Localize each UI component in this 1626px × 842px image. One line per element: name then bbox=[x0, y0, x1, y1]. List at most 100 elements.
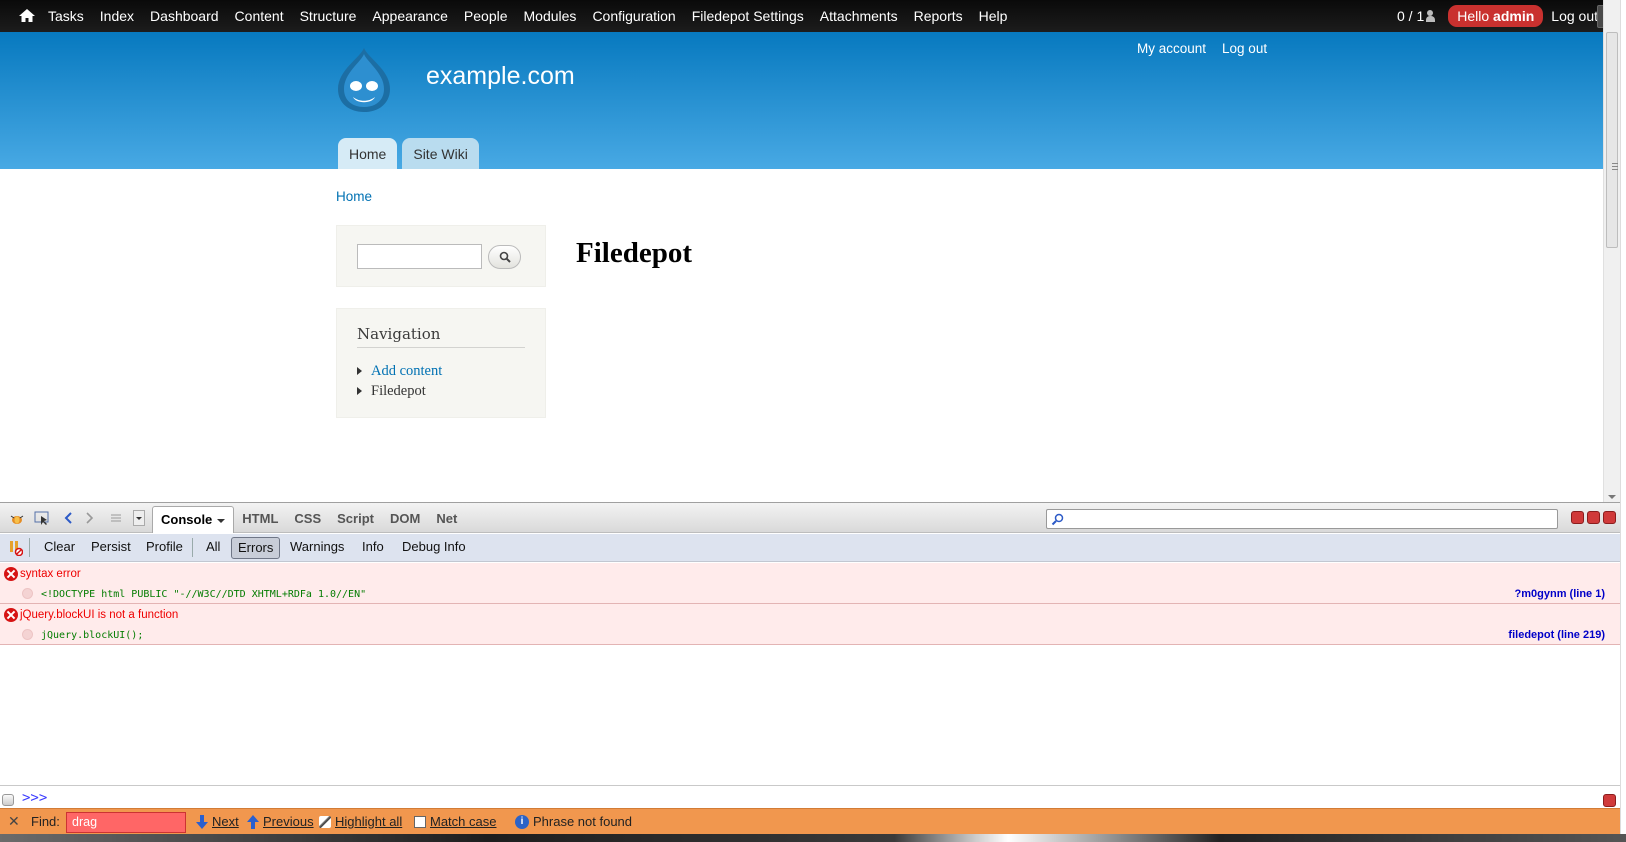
info-icon: i bbox=[515, 814, 529, 829]
profile-button[interactable]: Profile bbox=[146, 539, 183, 554]
close-icon[interactable] bbox=[1603, 794, 1616, 807]
close-find-bar-icon[interactable]: ✕ bbox=[8, 813, 20, 830]
admin-toolbar: Tasks Index Dashboard Content Structure … bbox=[0, 0, 1626, 32]
tab-css[interactable]: CSS bbox=[286, 506, 329, 531]
filter-info-button[interactable]: Info bbox=[362, 539, 384, 554]
admin-menu-modules[interactable]: Modules bbox=[516, 0, 585, 32]
find-label: Find: bbox=[31, 814, 60, 829]
users-icon bbox=[1426, 10, 1440, 22]
command-prompt: >>> bbox=[22, 790, 48, 806]
site-name[interactable]: example.com bbox=[426, 62, 575, 91]
error-source-link[interactable]: filedepot (line 219) bbox=[1508, 629, 1605, 641]
page-scrollbar[interactable] bbox=[1603, 0, 1620, 502]
admin-menu-content[interactable]: Content bbox=[227, 0, 292, 32]
online-users-count[interactable]: 0 / 1 bbox=[1397, 8, 1440, 24]
my-account-link[interactable]: My account bbox=[1137, 41, 1206, 56]
tab-net[interactable]: Net bbox=[428, 506, 465, 531]
inspect-element-icon[interactable] bbox=[33, 510, 51, 526]
breadcrumb[interactable]: Home bbox=[336, 189, 372, 204]
filter-debug-info-button[interactable]: Debug Info bbox=[402, 539, 466, 554]
admin-menu: Tasks Index Dashboard Content Structure … bbox=[40, 0, 1015, 32]
filter-errors-button[interactable]: Errors bbox=[231, 537, 281, 559]
nav-item-add-content[interactable]: Add content bbox=[357, 361, 442, 381]
filter-all-button[interactable]: All bbox=[206, 539, 220, 554]
expand-command-editor-icon[interactable] bbox=[2, 794, 14, 806]
highlighter-icon bbox=[319, 815, 331, 828]
find-bar: ✕ Find: drag Next Previous Highlight all… bbox=[0, 808, 1620, 834]
admin-toolbar-user: 0 / 1 Hello admin Log out bbox=[1397, 0, 1598, 32]
arrow-up-icon bbox=[247, 814, 259, 829]
secondary-menu: My account Log out bbox=[1137, 41, 1267, 56]
admin-menu-attachments[interactable]: Attachments bbox=[812, 0, 906, 32]
nav-item-filedepot[interactable]: Filedepot bbox=[357, 381, 442, 401]
filter-warnings-button[interactable]: Warnings bbox=[290, 539, 344, 554]
detach-icon[interactable] bbox=[1587, 511, 1600, 524]
firebug-panel: Console HTML CSS Script DOM Net Clear Pe… bbox=[0, 502, 1620, 814]
console-toolbar: Clear Persist Profile All Errors Warning… bbox=[0, 534, 1620, 562]
admin-menu-filedepot-settings[interactable]: Filedepot Settings bbox=[684, 0, 812, 32]
minimize-icon[interactable] bbox=[1571, 511, 1584, 524]
console-error-row[interactable]: jQuery.blockUI is not a function jQuery.… bbox=[0, 604, 1620, 645]
close-icon[interactable] bbox=[1603, 511, 1616, 524]
console-error-row[interactable]: syntax error <!DOCTYPE html PUBLIC "-//W… bbox=[0, 563, 1620, 604]
tab-home[interactable]: Home bbox=[338, 138, 398, 169]
breakpoint-icon[interactable] bbox=[22, 629, 33, 640]
firebug-icon[interactable] bbox=[8, 510, 26, 526]
error-icon bbox=[4, 608, 18, 622]
find-input[interactable]: drag bbox=[66, 812, 186, 833]
persist-button[interactable]: Persist bbox=[91, 539, 131, 554]
search-block bbox=[336, 225, 546, 287]
os-taskbar-strip bbox=[0, 834, 1626, 842]
divider bbox=[192, 538, 193, 557]
tab-script[interactable]: Script bbox=[329, 506, 382, 531]
site-header: My account Log out example.com Home Site… bbox=[0, 32, 1603, 169]
breakpoint-icon[interactable] bbox=[22, 588, 33, 599]
admin-menu-index[interactable]: Index bbox=[92, 0, 142, 32]
tab-site-wiki[interactable]: Site Wiki bbox=[402, 138, 479, 169]
tab-dom[interactable]: DOM bbox=[382, 506, 428, 531]
error-code: jQuery.blockUI(); bbox=[41, 630, 144, 641]
admin-menu-tasks[interactable]: Tasks bbox=[40, 0, 92, 32]
drupal-logo-icon[interactable] bbox=[334, 46, 394, 114]
find-previous-button[interactable]: Previous bbox=[247, 814, 314, 829]
error-message: jQuery.blockUI is not a function bbox=[20, 609, 179, 621]
bullet-triangle-icon bbox=[357, 387, 362, 395]
error-code: <!DOCTYPE html PUBLIC "-//W3C//DTD XHTML… bbox=[41, 589, 367, 600]
forward-arrow-icon[interactable] bbox=[80, 510, 98, 526]
search-button[interactable] bbox=[488, 245, 521, 269]
firebug-toolbar: Console HTML CSS Script DOM Net bbox=[0, 503, 1620, 533]
list-icon[interactable] bbox=[107, 510, 125, 526]
search-icon bbox=[1051, 513, 1064, 526]
admin-menu-structure[interactable]: Structure bbox=[292, 0, 365, 32]
tab-console[interactable]: Console bbox=[152, 506, 235, 533]
admin-menu-configuration[interactable]: Configuration bbox=[584, 0, 683, 32]
admin-menu-dashboard[interactable]: Dashboard bbox=[142, 0, 227, 32]
tab-html[interactable]: HTML bbox=[234, 506, 286, 531]
error-source-link[interactable]: ?m0gynm (line 1) bbox=[1515, 588, 1605, 600]
highlight-all-button[interactable]: Highlight all bbox=[319, 814, 402, 829]
browser-page: { "toolbar": { "menu": ["Tasks","Index",… bbox=[0, 0, 1626, 842]
home-icon[interactable] bbox=[17, 6, 37, 26]
admin-menu-help[interactable]: Help bbox=[971, 0, 1016, 32]
hello-user-badge[interactable]: Hello admin bbox=[1448, 5, 1544, 27]
navigation-list: Add content Filedepot bbox=[357, 361, 442, 401]
scrollbar-thumb[interactable] bbox=[1606, 32, 1618, 248]
clear-button[interactable]: Clear bbox=[44, 539, 75, 554]
find-next-button[interactable]: Next bbox=[196, 814, 239, 829]
admin-menu-appearance[interactable]: Appearance bbox=[364, 0, 456, 32]
back-arrow-icon[interactable] bbox=[60, 510, 78, 526]
arrow-down-icon bbox=[196, 814, 208, 829]
find-status: i Phrase not found bbox=[515, 814, 632, 829]
divider bbox=[29, 538, 30, 557]
break-on-errors-icon[interactable] bbox=[7, 540, 23, 556]
header-logout-link[interactable]: Log out bbox=[1222, 41, 1267, 56]
scroll-down-arrow-icon[interactable] bbox=[1608, 495, 1616, 499]
admin-menu-people[interactable]: People bbox=[456, 0, 516, 32]
error-icon bbox=[4, 567, 18, 581]
match-case-checkbox[interactable]: Match case bbox=[414, 814, 496, 829]
toolbar-logout-link[interactable]: Log out bbox=[1551, 8, 1598, 24]
firebug-search-input[interactable] bbox=[1046, 509, 1558, 529]
dropdown-arrow-icon[interactable] bbox=[133, 510, 145, 526]
admin-menu-reports[interactable]: Reports bbox=[906, 0, 971, 32]
search-input[interactable] bbox=[357, 244, 482, 269]
